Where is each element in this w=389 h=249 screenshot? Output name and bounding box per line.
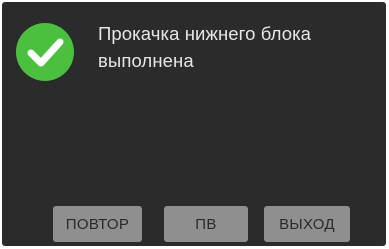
status-message: Прокачка нижнего блока выполнена bbox=[98, 23, 312, 71]
dialog-screen: Прокачка нижнего блока выполнена ПОВТОР … bbox=[2, 2, 386, 246]
exit-button[interactable]: ВЫХОД bbox=[264, 206, 350, 242]
check-circle-icon bbox=[16, 23, 74, 81]
pv-button[interactable]: ПВ bbox=[164, 206, 248, 242]
repeat-button[interactable]: ПОВТОР bbox=[53, 206, 142, 242]
